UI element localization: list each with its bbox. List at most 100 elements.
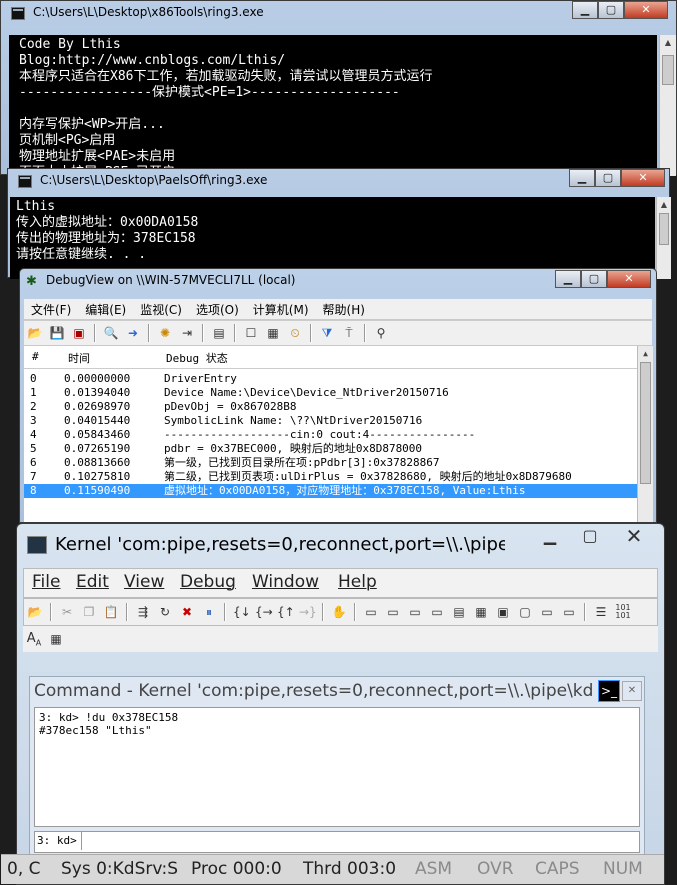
menu-item[interactable]: 文件(F) xyxy=(24,299,78,319)
close-icon[interactable]: ✕ xyxy=(607,270,651,288)
command-input[interactable] xyxy=(91,833,637,849)
minimize-icon[interactable]: ▁ xyxy=(555,270,581,288)
restart-icon[interactable]: ↻ xyxy=(157,604,173,620)
menu-item[interactable]: 选项(O) xyxy=(189,299,246,319)
scratch-pad-icon[interactable]: ▢ xyxy=(517,604,533,620)
clear-log-icon[interactable]: ▣ xyxy=(71,325,87,341)
clock-icon[interactable]: ☐ xyxy=(243,325,259,341)
paste-icon[interactable]: 📋 xyxy=(103,604,119,620)
command-window-icon[interactable]: ▭ xyxy=(363,604,379,620)
log-row[interactable]: 7 0.10275810 第二级，已找到页表项:ulDirPlus = 0x3782… xyxy=(24,470,637,484)
col-debug[interactable]: Debug 状态 xyxy=(166,350,228,366)
console-window-x86tools: C:\Users\L\Desktop\x86Tools\ring3.exe ▁ … xyxy=(0,0,677,176)
menu-item[interactable]: Window xyxy=(252,572,319,592)
log-row[interactable]: 1 0.01394040 Device Name:\Device\Device_Nt… xyxy=(24,386,637,400)
menu-item[interactable]: 帮助(H) xyxy=(316,299,372,319)
call-stack-icon[interactable]: ▦ xyxy=(473,604,489,620)
command-titlebar[interactable]: Command - Kernel 'com:pipe,resets=0,reco… xyxy=(30,677,644,705)
maximize-icon[interactable]: ▢ xyxy=(570,528,610,550)
step-over-icon[interactable]: {→ xyxy=(255,604,273,620)
menu-item[interactable]: 监视(C) xyxy=(133,299,189,319)
autoscroll-icon[interactable]: ➜ xyxy=(125,325,141,341)
log-num: 1 xyxy=(30,386,37,399)
windbg-titlebar[interactable]: Kernel 'com:pipe,resets=0,reconnect,port… xyxy=(17,524,664,564)
log-scrollbar[interactable]: ▲ xyxy=(637,346,653,522)
menu-item[interactable]: View xyxy=(124,572,164,592)
close-icon[interactable]: ✕ xyxy=(610,526,658,550)
watch-window-icon[interactable]: ▭ xyxy=(385,604,401,620)
copy-icon[interactable]: ❐ xyxy=(81,604,97,620)
break-icon[interactable]: ⏸ xyxy=(201,604,217,620)
go-icon[interactable]: ⇶ xyxy=(135,604,151,620)
options-icon[interactable]: ▦ xyxy=(265,325,281,341)
log-row[interactable]: 3 0.04015440 SymbolicLink Name: \??\NtDriv… xyxy=(24,414,637,428)
find-icon[interactable]: 🔍 xyxy=(103,325,119,341)
processes-icon[interactable]: ▭ xyxy=(539,604,555,620)
console-scrollbar[interactable]: ▲ xyxy=(659,35,676,176)
minimize-icon[interactable]: ▁ xyxy=(572,1,598,19)
col-num[interactable]: # xyxy=(32,350,39,363)
menu-item[interactable]: 计算机(M) xyxy=(246,299,316,319)
log-row[interactable]: 4 0.05843460 -------------------cin:0 cout… xyxy=(24,428,637,442)
timer-icon[interactable]: ⏲ xyxy=(287,325,303,341)
close-pane-icon[interactable]: ✕ xyxy=(622,681,642,701)
maximize-icon[interactable]: ▢ xyxy=(598,1,624,19)
binoculars-icon[interactable]: ⚲ xyxy=(373,325,389,341)
debugview-titlebar[interactable]: ✱ DebugView on \\WIN-57MVECLI7LL (local)… xyxy=(20,269,656,295)
step-into-icon[interactable]: {↓ xyxy=(233,604,251,620)
highlight-icon[interactable]: ⧩ xyxy=(319,325,335,341)
col-time[interactable]: 时间 xyxy=(68,350,90,366)
maximize-icon[interactable]: ▢ xyxy=(595,169,621,187)
registers-window-icon[interactable]: ▭ xyxy=(429,604,445,620)
close-icon[interactable]: ✕ xyxy=(624,1,668,19)
scroll-up-icon[interactable]: ▲ xyxy=(657,197,671,213)
scroll-thumb[interactable] xyxy=(640,362,651,484)
command-prompt-icon[interactable]: >_ xyxy=(598,680,620,702)
font-icon[interactable]: ☰ xyxy=(593,604,609,620)
disassembly-icon[interactable]: ▣ xyxy=(495,604,511,620)
console-titlebar[interactable]: C:\Users\L\Desktop\x86Tools\ring3.exe ▁ … xyxy=(1,1,676,27)
menu-item[interactable]: File xyxy=(32,572,60,592)
stop-debugging-icon[interactable]: ✖ xyxy=(179,604,195,620)
scroll-up-icon[interactable]: ▲ xyxy=(660,35,676,51)
log-row[interactable]: 5 0.07265190 pdbr = 0x37BEC000, 映射后的地址0x8D… xyxy=(24,442,637,456)
memory-window-icon[interactable]: ▤ xyxy=(451,604,467,620)
close-icon[interactable]: ✕ xyxy=(621,169,665,187)
source-mode-icon[interactable]: ▭ xyxy=(561,604,577,620)
console-line: 请按任意键继续. . . xyxy=(16,247,147,262)
cut-icon[interactable]: ✂ xyxy=(59,604,75,620)
pin-icon[interactable]: ⍑ xyxy=(341,325,357,341)
run-to-cursor-icon[interactable]: →} xyxy=(299,604,317,620)
font-size-icon[interactable]: AA xyxy=(26,631,42,648)
menu-item[interactable]: Help xyxy=(338,572,377,592)
capture-icon[interactable]: ✺ xyxy=(157,325,173,341)
minimize-icon[interactable]: ▁ xyxy=(569,169,595,187)
log-row[interactable]: 6 0.08813660 第一级，已找到页目录所在项:pPdbr[3]:0x3782… xyxy=(24,456,637,470)
options-icon[interactable]: ▦ xyxy=(48,631,64,647)
open-icon[interactable]: 📂 xyxy=(27,604,43,620)
console-scrollbar[interactable]: ▲ xyxy=(656,197,671,279)
scroll-thumb[interactable] xyxy=(659,213,669,245)
menu-item[interactable]: Debug xyxy=(180,572,236,592)
minimize-icon[interactable]: ▁ xyxy=(530,528,570,550)
maximize-icon[interactable]: ▢ xyxy=(581,270,607,288)
save-icon[interactable]: 💾 xyxy=(49,325,65,341)
breakpoint-hand-icon[interactable]: ✋ xyxy=(331,604,347,620)
menu-item[interactable]: 编辑(E) xyxy=(78,299,133,319)
debugview-log[interactable]: # 时间 Debug 状态 0 0.00000000 DriverEntry 1 0.0… xyxy=(24,346,653,522)
capture-kernel-icon[interactable]: ⇥ xyxy=(179,325,195,341)
filter-icon[interactable]: ▤ xyxy=(211,325,227,341)
menu-item[interactable]: Edit xyxy=(76,572,109,592)
log-row[interactable]: 0 0.00000000 DriverEntry xyxy=(24,372,637,386)
status-pane: 0, C xyxy=(7,859,41,879)
scroll-thumb[interactable] xyxy=(662,55,674,85)
log-row[interactable]: 2 0.02698970 pDevObj = 0x867028B8 xyxy=(24,400,637,414)
log-row[interactable]: 8 0.11590490 虚拟地址：0x00DA0158，对应物理地址：0x378E… xyxy=(24,484,637,498)
open-icon[interactable]: 📂 xyxy=(27,325,43,341)
locals-window-icon[interactable]: ▭ xyxy=(407,604,423,620)
console-titlebar[interactable]: C:\Users\L\Desktop\PaelsOff\ring3.exe ▁ … xyxy=(8,169,669,195)
hex-icon[interactable]: 101 101 xyxy=(615,604,631,620)
step-out-icon[interactable]: {↑ xyxy=(277,604,295,620)
scroll-up-icon[interactable]: ▲ xyxy=(638,346,653,362)
log-message: Device Name:\Device\Device_NtDriver20150… xyxy=(164,386,449,399)
